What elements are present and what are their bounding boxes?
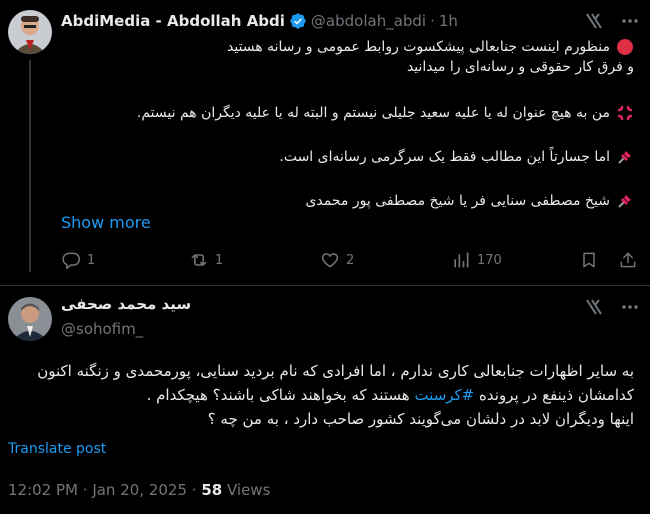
hashtag-link[interactable]: #کرسنت	[414, 386, 474, 404]
reply-text-block-2: من به هیچ عنوان له یا علیه سعید جلیلی نی…	[137, 103, 634, 123]
main-display-name[interactable]: سید محمد صحفی	[61, 295, 191, 313]
post-views-label: Views	[226, 481, 271, 499]
post-meta: 12:02 PM · Jan 20, 2025 · 58 Views	[8, 481, 270, 499]
meta-separator: ·	[82, 481, 93, 499]
main-line-2-part-b: هستند که بخواهند شاکی باشند؟ هیچکدام .	[146, 386, 410, 404]
main-line-2: کدامشان ذینفع در پرونده #کرسنت هستند که …	[37, 383, 634, 407]
views-count: 170	[477, 252, 502, 268]
reply-line-2: و فرق کار حقوقی و رسانه‌ای را میدانید	[406, 59, 634, 75]
reply-avatar[interactable]	[8, 10, 52, 54]
views-icon	[451, 250, 471, 270]
translate-post-link[interactable]: Translate post	[8, 441, 106, 457]
reply-line-5: شیخ مصطفی سنایی فر یا شیخ مصطفی پور محمد…	[305, 193, 610, 209]
main-line-3: اینها ودیگران لابد در دلشان می‌گویند کشو…	[207, 410, 634, 428]
main-avatar[interactable]	[8, 297, 52, 341]
reply-text-block-4: شیخ مصطفی سنایی فر یا شیخ مصطفی پور محمد…	[305, 191, 634, 211]
verified-badge-icon	[289, 12, 307, 30]
like-icon	[320, 250, 340, 270]
reply-action-bar: 1 1 2 170	[61, 250, 641, 272]
like-button[interactable]: 2	[320, 250, 354, 270]
reply-button[interactable]: 1	[61, 250, 95, 270]
reply-text-block-1: منظورم اینست جنابعالی پیشکسوت روابط عموم…	[227, 37, 634, 77]
pushpin-icon	[616, 148, 634, 166]
repost-icon	[189, 250, 209, 270]
reply-line-4: اما جسارتاً این مطالب فقط یک سرگرمی رسان…	[279, 149, 610, 165]
reply-line-1: منظورم اینست جنابعالی پیشکسوت روابط عموم…	[227, 39, 610, 55]
post-time[interactable]: 12:02 PM	[8, 481, 78, 499]
more-icon[interactable]	[620, 297, 640, 317]
post-views-count: 58	[201, 481, 223, 499]
bookmark-icon	[579, 250, 599, 270]
reply-header: AbdiMedia - Abdollah Abdi @abdolah_abdi …	[61, 10, 458, 32]
post-date[interactable]: Jan 20, 2025	[92, 481, 187, 499]
tweet-divider	[0, 285, 650, 286]
anger-icon	[616, 104, 634, 122]
reply-timestamp[interactable]: 1h	[439, 12, 458, 30]
pushpin-icon	[616, 192, 634, 210]
show-more-link[interactable]: Show more	[61, 213, 151, 232]
main-handle[interactable]: @sohofim_	[61, 320, 143, 338]
reply-count: 1	[87, 252, 96, 268]
bookmark-button[interactable]	[579, 250, 599, 270]
repost-button[interactable]: 1	[189, 250, 223, 270]
reply-line-3: من به هیچ عنوان له یا علیه سعید جلیلی نی…	[136, 105, 610, 121]
main-line-2-part-a: کدامشان ذینفع در پرونده	[479, 386, 634, 404]
red-circle-icon	[616, 38, 634, 56]
share-icon	[618, 250, 638, 270]
reply-text-block-3: اما جسارتاً این مطالب فقط یک سرگرمی رسان…	[279, 147, 634, 167]
thread-line	[29, 60, 31, 272]
repost-count: 1	[215, 252, 224, 268]
views-button[interactable]: 170	[451, 250, 502, 270]
grok-icon[interactable]	[584, 11, 604, 31]
more-icon[interactable]	[620, 11, 640, 31]
separator-dot: ·	[430, 12, 435, 30]
reply-display-name[interactable]: AbdiMedia - Abdollah Abdi	[61, 12, 285, 30]
reply-handle[interactable]: @abdolah_abdi	[311, 12, 426, 30]
reply-icon	[61, 250, 81, 270]
meta-separator: ·	[191, 481, 202, 499]
grok-icon[interactable]	[584, 297, 604, 317]
main-tweet-text: به سایر اظهارات جنابعالی کاری ندارم ، ام…	[37, 359, 634, 431]
main-line-1: به سایر اظهارات جنابعالی کاری ندارم ، ام…	[37, 362, 634, 380]
share-button[interactable]	[618, 250, 638, 270]
like-count: 2	[346, 252, 355, 268]
